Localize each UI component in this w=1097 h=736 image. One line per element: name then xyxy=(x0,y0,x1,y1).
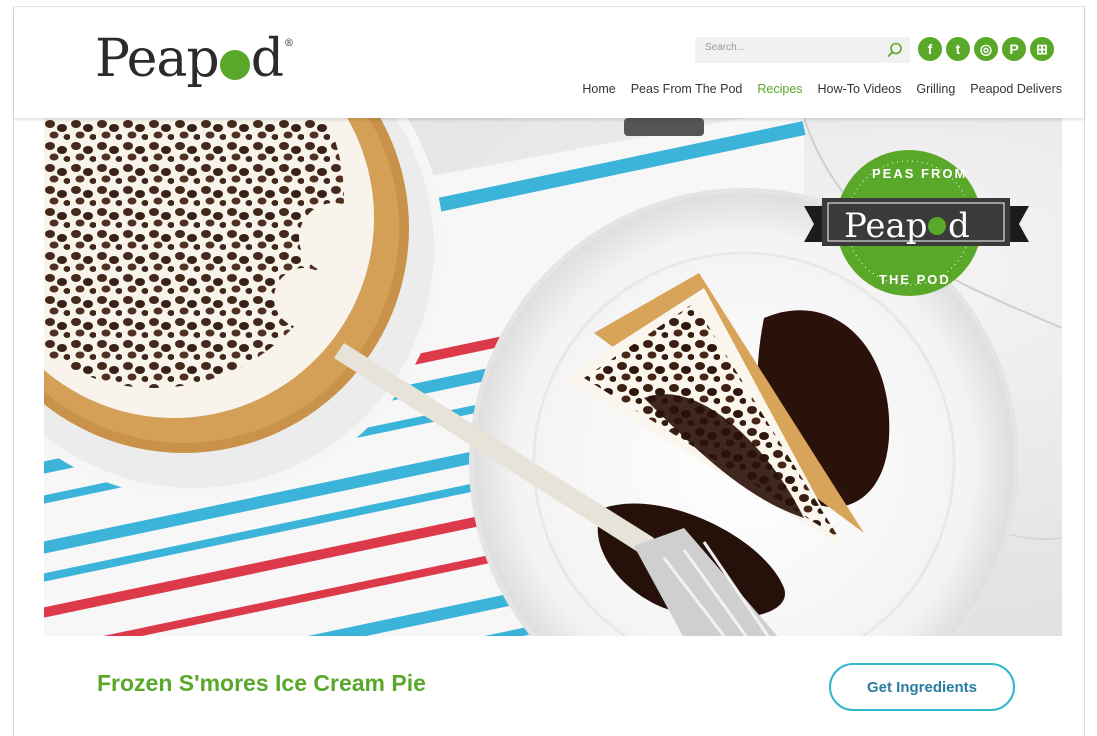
pie-photo: Peap d PEAS FROM THE POD xyxy=(44,118,1062,636)
twitter-icon[interactable]: t xyxy=(946,37,970,61)
nav-how-to-videos[interactable]: How-To Videos xyxy=(818,82,902,96)
logo-text-left: Peap xyxy=(95,29,220,89)
pea-logo-icon xyxy=(219,50,250,80)
search-input[interactable] xyxy=(705,42,875,53)
facebook-icon[interactable]: f xyxy=(918,37,942,61)
nav-home[interactable]: Home xyxy=(582,82,615,96)
cart-icon[interactable]: ⊞ xyxy=(1030,37,1054,61)
get-ingredients-button[interactable]: Get Ingredients xyxy=(829,663,1015,711)
nav-peapod-delivers[interactable]: Peapod Delivers xyxy=(970,82,1062,96)
recipe-title: Frozen S'mores Ice Cream Pie xyxy=(97,670,426,696)
instagram-icon[interactable]: ◎ xyxy=(974,37,998,61)
social-links: f t ◎ P ⊞ xyxy=(918,37,1054,61)
badge-top-text: PEAS FROM xyxy=(872,166,967,181)
pinterest-icon[interactable]: P xyxy=(1002,37,1026,61)
site-header: Peapd® f t ◎ P ⊞ Home Peas From The Pod … xyxy=(14,7,1084,118)
main-nav: Home Peas From The Pod Recipes How-To Vi… xyxy=(582,82,1062,96)
registered-mark: ® xyxy=(284,38,294,49)
nav-recipes[interactable]: Recipes xyxy=(757,82,802,96)
hero-image: Peap d PEAS FROM THE POD xyxy=(44,118,1062,636)
peapod-logo[interactable]: Peap d ® xyxy=(95,29,294,89)
search-icon[interactable] xyxy=(886,41,904,59)
badge-logo-right: d xyxy=(948,206,970,246)
nav-peas-from-the-pod[interactable]: Peas From The Pod xyxy=(631,82,743,96)
logo-text-right: d xyxy=(250,29,284,89)
nav-grilling[interactable]: Grilling xyxy=(916,82,955,96)
badge-bottom-text: THE POD xyxy=(879,272,951,287)
badge-logo-left: Peap xyxy=(844,206,928,246)
search-box xyxy=(695,37,910,63)
